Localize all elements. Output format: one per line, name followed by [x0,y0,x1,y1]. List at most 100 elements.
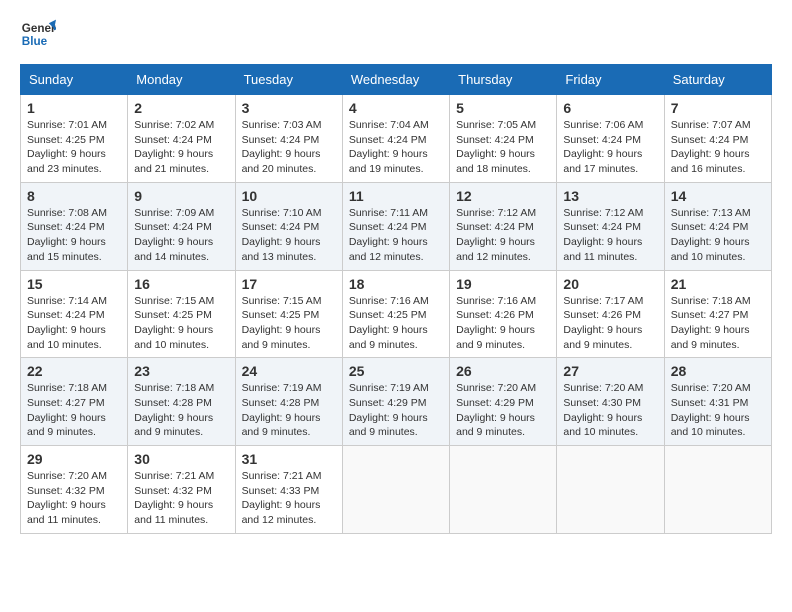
calendar-cell: 23 Sunrise: 7:18 AMSunset: 4:28 PMDayligh… [128,358,235,446]
logo: General Blue [20,16,56,52]
header-monday: Monday [128,65,235,95]
day-detail: Sunrise: 7:21 AMSunset: 4:33 PMDaylight:… [242,469,336,528]
day-number: 19 [456,276,550,292]
calendar-cell: 15Sunrise: 7:14 AMSunset: 4:24 PMDayligh… [21,270,128,358]
header-saturday: Saturday [664,65,771,95]
day-detail: Sunrise: 7:17 AMSunset: 4:26 PMDaylight:… [563,294,657,353]
day-number: 30 [134,451,228,467]
header-wednesday: Wednesday [342,65,449,95]
day-detail: Sunrise: 7:20 AMSunset: 4:30 PMDaylight:… [563,381,657,440]
calendar-cell: 11 Sunrise: 7:11 AMSunset: 4:24 PMDayligh… [342,182,449,270]
calendar-cell: 16 Sunrise: 7:15 AMSunset: 4:25 PMDayligh… [128,270,235,358]
day-number: 16 [134,276,228,292]
calendar-cell: 13Sunrise: 7:12 AMSunset: 4:24 PMDayligh… [557,182,664,270]
day-number: 18 [349,276,443,292]
calendar-cell [450,446,557,534]
week-row-4: 22 Sunrise: 7:18 AMSunset: 4:27 PMDayligh… [21,358,772,446]
calendar-cell: 20 Sunrise: 7:17 AMSunset: 4:26 PMDayligh… [557,270,664,358]
day-number: 2 [134,100,228,116]
day-number: 5 [456,100,550,116]
calendar-cell: 25Sunrise: 7:19 AMSunset: 4:29 PMDayligh… [342,358,449,446]
calendar-cell: 12 Sunrise: 7:12 AMSunset: 4:24 PMDayligh… [450,182,557,270]
day-number: 4 [349,100,443,116]
logo-icon: General Blue [20,16,56,52]
day-detail: Sunrise: 7:18 AMSunset: 4:28 PMDaylight:… [134,381,228,440]
calendar-cell: 22 Sunrise: 7:18 AMSunset: 4:27 PMDayligh… [21,358,128,446]
week-row-3: 15Sunrise: 7:14 AMSunset: 4:24 PMDayligh… [21,270,772,358]
day-number: 28 [671,363,765,379]
calendar-cell: 28Sunrise: 7:20 AMSunset: 4:31 PMDayligh… [664,358,771,446]
day-number: 20 [563,276,657,292]
day-number: 12 [456,188,550,204]
day-number: 31 [242,451,336,467]
day-detail: Sunrise: 7:15 AMSunset: 4:25 PMDaylight:… [134,294,228,353]
calendar-cell: 4 Sunrise: 7:04 AMSunset: 4:24 PMDaylight… [342,95,449,183]
day-detail: Sunrise: 7:11 AMSunset: 4:24 PMDaylight:… [349,206,443,265]
day-detail: Sunrise: 7:19 AMSunset: 4:28 PMDaylight:… [242,381,336,440]
day-detail: Sunrise: 7:06 AMSunset: 4:24 PMDaylight:… [563,118,657,177]
day-detail: Sunrise: 7:04 AMSunset: 4:24 PMDaylight:… [349,118,443,177]
calendar-cell: 6Sunrise: 7:06 AMSunset: 4:24 PMDaylight… [557,95,664,183]
calendar-cell: 24 Sunrise: 7:19 AMSunset: 4:28 PMDayligh… [235,358,342,446]
day-number: 11 [349,188,443,204]
calendar-cell: 29 Sunrise: 7:20 AMSunset: 4:32 PMDayligh… [21,446,128,534]
calendar-table: SundayMondayTuesdayWednesdayThursdayFrid… [20,64,772,534]
day-detail: Sunrise: 7:20 AMSunset: 4:32 PMDaylight:… [27,469,121,528]
day-number: 29 [27,451,121,467]
calendar-cell: 10 Sunrise: 7:10 AMSunset: 4:24 PMDayligh… [235,182,342,270]
day-detail: Sunrise: 7:08 AMSunset: 4:24 PMDaylight:… [27,206,121,265]
day-number: 14 [671,188,765,204]
day-detail: Sunrise: 7:16 AMSunset: 4:25 PMDaylight:… [349,294,443,353]
week-row-1: 1Sunrise: 7:01 AMSunset: 4:25 PMDaylight… [21,95,772,183]
day-number: 7 [671,100,765,116]
day-detail: Sunrise: 7:10 AMSunset: 4:24 PMDaylight:… [242,206,336,265]
calendar-cell: 19Sunrise: 7:16 AMSunset: 4:26 PMDayligh… [450,270,557,358]
day-number: 22 [27,363,121,379]
day-number: 8 [27,188,121,204]
calendar-cell: 2 Sunrise: 7:02 AMSunset: 4:24 PMDaylight… [128,95,235,183]
calendar-cell: 3 Sunrise: 7:03 AMSunset: 4:24 PMDaylight… [235,95,342,183]
calendar-cell: 21Sunrise: 7:18 AMSunset: 4:27 PMDayligh… [664,270,771,358]
day-number: 24 [242,363,336,379]
day-detail: Sunrise: 7:05 AMSunset: 4:24 PMDaylight:… [456,118,550,177]
day-number: 23 [134,363,228,379]
header-tuesday: Tuesday [235,65,342,95]
day-detail: Sunrise: 7:21 AMSunset: 4:32 PMDaylight:… [134,469,228,528]
calendar-cell: 27 Sunrise: 7:20 AMSunset: 4:30 PMDayligh… [557,358,664,446]
day-number: 9 [134,188,228,204]
day-detail: Sunrise: 7:18 AMSunset: 4:27 PMDaylight:… [671,294,765,353]
day-number: 3 [242,100,336,116]
calendar-cell [557,446,664,534]
day-detail: Sunrise: 7:20 AMSunset: 4:29 PMDaylight:… [456,381,550,440]
day-detail: Sunrise: 7:07 AMSunset: 4:24 PMDaylight:… [671,118,765,177]
calendar-cell: 30 Sunrise: 7:21 AMSunset: 4:32 PMDayligh… [128,446,235,534]
week-row-5: 29 Sunrise: 7:20 AMSunset: 4:32 PMDayligh… [21,446,772,534]
day-number: 13 [563,188,657,204]
day-detail: Sunrise: 7:03 AMSunset: 4:24 PMDaylight:… [242,118,336,177]
day-number: 15 [27,276,121,292]
day-detail: Sunrise: 7:12 AMSunset: 4:24 PMDaylight:… [456,206,550,265]
calendar-cell: 9 Sunrise: 7:09 AMSunset: 4:24 PMDaylight… [128,182,235,270]
calendar-cell [342,446,449,534]
day-number: 17 [242,276,336,292]
day-number: 26 [456,363,550,379]
day-number: 10 [242,188,336,204]
calendar-cell: 26 Sunrise: 7:20 AMSunset: 4:29 PMDayligh… [450,358,557,446]
header-friday: Friday [557,65,664,95]
calendar-cell: 5 Sunrise: 7:05 AMSunset: 4:24 PMDaylight… [450,95,557,183]
calendar-cell [664,446,771,534]
day-detail: Sunrise: 7:09 AMSunset: 4:24 PMDaylight:… [134,206,228,265]
calendar-cell: 8 Sunrise: 7:08 AMSunset: 4:24 PMDaylight… [21,182,128,270]
calendar-cell: 17 Sunrise: 7:15 AMSunset: 4:25 PMDayligh… [235,270,342,358]
day-detail: Sunrise: 7:02 AMSunset: 4:24 PMDaylight:… [134,118,228,177]
header-thursday: Thursday [450,65,557,95]
day-detail: Sunrise: 7:15 AMSunset: 4:25 PMDaylight:… [242,294,336,353]
day-detail: Sunrise: 7:18 AMSunset: 4:27 PMDaylight:… [27,381,121,440]
day-detail: Sunrise: 7:13 AMSunset: 4:24 PMDaylight:… [671,206,765,265]
calendar-header-row: SundayMondayTuesdayWednesdayThursdayFrid… [21,65,772,95]
day-number: 27 [563,363,657,379]
day-detail: Sunrise: 7:01 AMSunset: 4:25 PMDaylight:… [27,118,121,177]
day-detail: Sunrise: 7:19 AMSunset: 4:29 PMDaylight:… [349,381,443,440]
week-row-2: 8 Sunrise: 7:08 AMSunset: 4:24 PMDaylight… [21,182,772,270]
calendar-cell: 31 Sunrise: 7:21 AMSunset: 4:33 PMDayligh… [235,446,342,534]
